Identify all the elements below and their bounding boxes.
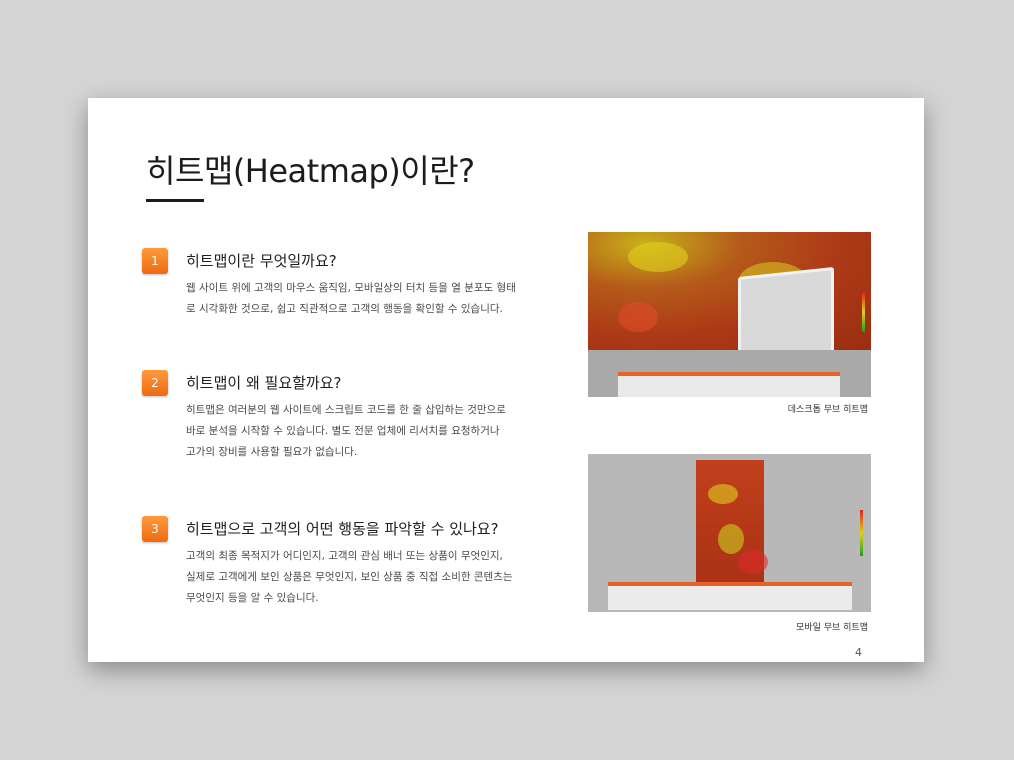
number-badge-2: 2: [142, 370, 168, 396]
body-line: 무엇인지 등을 알 수 있습니다.: [186, 592, 319, 604]
item-body-2: 히트맵은 여러분의 웹 사이트에 스크립트 코드를 한 줄 삽입하는 것만으로 …: [186, 400, 536, 463]
heat-spot: [718, 524, 744, 554]
body-line: 고객의 최종 목적지가 어디인지, 고객의 관심 배너 또는 상품이 무엇인지,: [186, 550, 503, 562]
item-title-1: 히트맵이란 무엇일까요?: [186, 252, 337, 270]
number-badge-3: 3: [142, 516, 168, 542]
item-body-1: 웹 사이트 위에 고객의 마우스 움직임, 모바일상의 터치 등을 열 분포도 …: [186, 278, 536, 320]
heat-spot: [738, 550, 768, 574]
heat-legend-scale: [862, 292, 865, 332]
heat-spot: [618, 302, 658, 332]
heat-legend-scale: [860, 510, 863, 556]
body-line: 로 시각화한 것으로, 쉽고 직관적으로 고객의 행동을 확인할 수 있습니다.: [186, 303, 503, 315]
item-title-2: 히트맵이 왜 필요할까요?: [186, 374, 342, 392]
slide-title: 히트맵(Heatmap)이란?: [146, 152, 475, 190]
heatmap-toolbar: [618, 372, 840, 397]
page-number: 4: [855, 646, 862, 659]
item-title-3: 히트맵으로 고객의 어떤 행동을 파악할 수 있나요?: [186, 520, 499, 538]
desktop-caption: 데스크톱 무브 히트맵: [787, 405, 868, 415]
slide: 히트맵(Heatmap)이란? 1 히트맵이란 무엇일까요? 웹 사이트 위에 …: [88, 98, 924, 662]
body-line: 고가의 장비를 사용할 필요가 없습니다.: [186, 446, 358, 458]
heatmap-toolbar: [608, 582, 852, 610]
mobile-heatmap-image: [588, 454, 871, 612]
number-badge-1: 1: [142, 248, 168, 274]
title-underline: [146, 199, 204, 202]
item-body-3: 고객의 최종 목적지가 어디인지, 고객의 관심 배너 또는 상품이 무엇인지,…: [186, 546, 536, 609]
monitor-illustration: [738, 266, 834, 364]
heat-spot: [628, 242, 688, 272]
body-line: 실제로 고객에게 보인 상품은 무엇인지, 보인 상품 중 직접 소비한 콘텐츠…: [186, 571, 513, 583]
desktop-heatmap-image: [588, 232, 871, 397]
body-line: 바로 분석을 시작할 수 있습니다. 별도 전문 업체에 리서치를 요청하거나: [186, 425, 500, 437]
body-line: 웹 사이트 위에 고객의 마우스 움직임, 모바일상의 터치 등을 열 분포도 …: [186, 282, 516, 294]
mobile-caption: 모바일 무브 히트맵: [796, 623, 868, 633]
heat-spot: [708, 484, 738, 504]
body-line: 히트맵은 여러분의 웹 사이트에 스크립트 코드를 한 줄 삽입하는 것만으로: [186, 404, 506, 416]
